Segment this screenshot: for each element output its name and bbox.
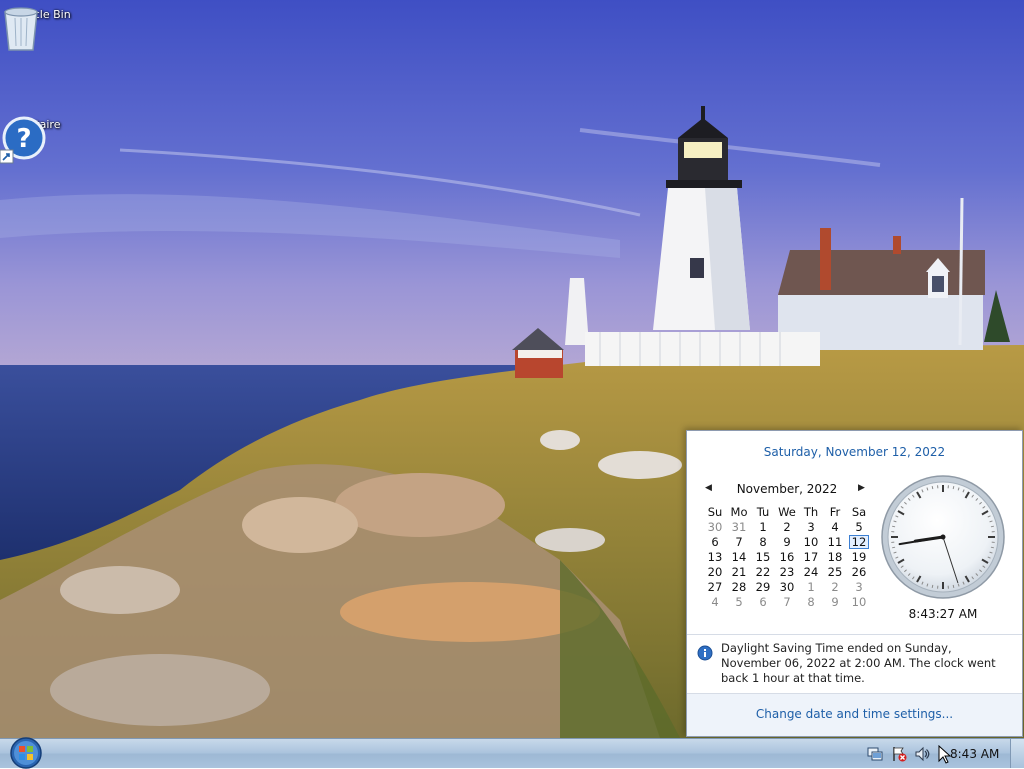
- calendar-day[interactable]: 19: [847, 549, 871, 564]
- clock-tick: [953, 486, 954, 489]
- calendar-day[interactable]: 25: [823, 564, 847, 579]
- calendar-day[interactable]: 1: [799, 579, 823, 594]
- calendar-day[interactable]: 9: [775, 534, 799, 549]
- start-button[interactable]: [8, 737, 44, 769]
- weekday-header-row: Su Mo Tu We Th Fr Sa: [703, 504, 871, 519]
- calendar-day[interactable]: 2: [775, 519, 799, 534]
- clock-tick: [953, 585, 954, 588]
- calendar-week-row: 20 21 22 23 24 25 26: [703, 564, 871, 579]
- calendar-day[interactable]: 8: [799, 594, 823, 609]
- calendar-day[interactable]: 24: [799, 564, 823, 579]
- weekday-label: Su: [703, 504, 727, 519]
- calendar-day[interactable]: 16: [775, 549, 799, 564]
- calendar-day[interactable]: 5: [847, 519, 871, 534]
- clock-tick: [932, 585, 933, 588]
- month-title[interactable]: November, 2022: [727, 482, 847, 496]
- calendar-week-row: 30 31 1 2 3 4 5: [703, 519, 871, 534]
- analog-clock: [879, 473, 1007, 601]
- desktop-icon-recycle-bin[interactable]: Recycle Bin: [1, 6, 77, 21]
- calendar-day[interactable]: 8: [751, 534, 775, 549]
- calendar-day[interactable]: 3: [799, 519, 823, 534]
- calendar-day[interactable]: 10: [847, 594, 871, 609]
- calendar-day[interactable]: 26: [847, 564, 871, 579]
- calendar-day[interactable]: 31: [727, 519, 751, 534]
- calendar-day[interactable]: 2: [823, 579, 847, 594]
- previous-month-button[interactable]: ◀: [705, 483, 712, 493]
- recycle-bin-icon: [1, 6, 41, 52]
- calendar-day[interactable]: 30: [703, 519, 727, 534]
- calendar-day-today[interactable]: 12: [847, 534, 871, 549]
- calendar-day[interactable]: 4: [823, 519, 847, 534]
- calendar-day[interactable]: 1: [751, 519, 775, 534]
- calendar-day[interactable]: 27: [703, 579, 727, 594]
- calendar-day[interactable]: 29: [751, 579, 775, 594]
- volume-icon[interactable]: [914, 746, 930, 762]
- calendar-day[interactable]: 3: [847, 579, 871, 594]
- weekday-label: Mo: [727, 504, 751, 519]
- weekday-label: Sa: [847, 504, 871, 519]
- svg-text:?: ?: [16, 124, 31, 154]
- calendar-day[interactable]: 7: [775, 594, 799, 609]
- weekday-label: Fr: [823, 504, 847, 519]
- calendar-day[interactable]: 21: [727, 564, 751, 579]
- calendar-day[interactable]: 13: [703, 549, 727, 564]
- calendar-day[interactable]: 7: [727, 534, 751, 549]
- calendar-day[interactable]: 15: [751, 549, 775, 564]
- today-marker: 12: [849, 535, 870, 549]
- calendar-day[interactable]: 4: [703, 594, 727, 609]
- clock-tick: [991, 526, 994, 527]
- calendar-day[interactable]: 11: [823, 534, 847, 549]
- calendar-day[interactable]: 6: [703, 534, 727, 549]
- desktop-icon-solitaire[interactable]: ? Solitaire: [0, 116, 76, 131]
- digital-time: 8:43:27 AM: [879, 607, 1007, 621]
- calendar-day[interactable]: 18: [823, 549, 847, 564]
- clock-tick: [991, 547, 994, 548]
- flyout-divider: [687, 634, 1022, 635]
- tray-clock[interactable]: 8:43 AM: [950, 747, 999, 761]
- info-icon: [697, 645, 713, 661]
- clock-tick: [892, 547, 895, 548]
- weekday-label: Th: [799, 504, 823, 519]
- calendar-day[interactable]: 28: [727, 579, 751, 594]
- help-question-icon: ?: [0, 116, 48, 164]
- weekday-label: We: [775, 504, 799, 519]
- network-icon[interactable]: [867, 746, 883, 762]
- date-time-flyout: Saturday, November 12, 2022 ◀ November, …: [686, 430, 1023, 737]
- calendar-day[interactable]: 23: [775, 564, 799, 579]
- clock-hub: [941, 535, 946, 540]
- show-desktop-button[interactable]: [1010, 739, 1024, 768]
- calendar-grid: Su Mo Tu We Th Fr Sa 30 31 1 2 3 4 5 6 7: [703, 504, 871, 609]
- weekday-label: Tu: [751, 504, 775, 519]
- calendar-day[interactable]: 14: [727, 549, 751, 564]
- next-month-button[interactable]: ▶: [858, 483, 865, 493]
- clock-tick: [932, 486, 933, 489]
- calendar-day[interactable]: 6: [751, 594, 775, 609]
- calendar-day[interactable]: 20: [703, 564, 727, 579]
- clock-tick: [892, 526, 895, 527]
- flyout-footer: Change date and time settings...: [687, 693, 1022, 736]
- taskbar: 8:43 AM: [0, 738, 1024, 768]
- change-date-time-settings-link[interactable]: Change date and time settings...: [687, 707, 1022, 721]
- calendar-week-row: 13 14 15 16 17 18 19: [703, 549, 871, 564]
- calendar-day[interactable]: 9: [823, 594, 847, 609]
- calendar-day[interactable]: 22: [751, 564, 775, 579]
- calendar-day[interactable]: 5: [727, 594, 751, 609]
- calendar-day[interactable]: 17: [799, 549, 823, 564]
- action-center-flag-icon[interactable]: [891, 746, 907, 762]
- calendar-day[interactable]: 10: [799, 534, 823, 549]
- calendar-week-row: 27 28 29 30 1 2 3: [703, 579, 871, 594]
- calendar-week-row: 4 5 6 7 8 9 10: [703, 594, 871, 609]
- dst-notice: Daylight Saving Time ended on Sunday, No…: [721, 641, 1011, 686]
- calendar-day[interactable]: 30: [775, 579, 799, 594]
- calendar-week-row: 6 7 8 9 10 11 12: [703, 534, 871, 549]
- long-date-link[interactable]: Saturday, November 12, 2022: [687, 445, 1022, 459]
